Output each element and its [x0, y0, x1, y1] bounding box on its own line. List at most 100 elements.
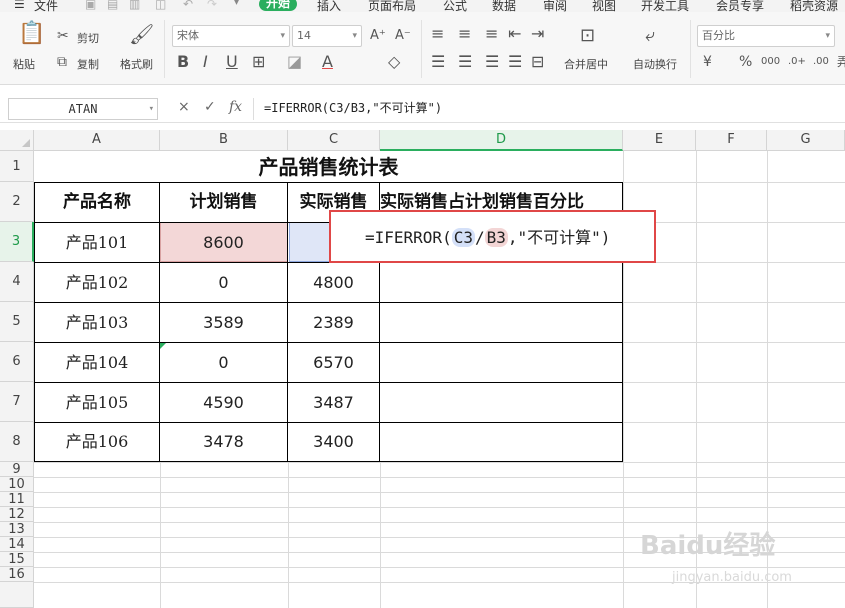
more-format-icon[interactable]: 弄 — [837, 54, 845, 70]
font-name-select[interactable]: 宋体 ▾ — [172, 25, 290, 47]
table-row-actual[interactable]: 6570 — [288, 343, 379, 382]
currency-button[interactable]: ¥ — [703, 54, 712, 70]
header-planned-sales[interactable]: 计划销售 — [160, 183, 287, 222]
align-bottom-icon[interactable]: ≡ — [485, 26, 498, 42]
align-left-icon[interactable]: ☰ — [431, 54, 445, 70]
row-header-17[interactable] — [0, 582, 34, 608]
table-row-plan[interactable]: 3589 — [160, 303, 287, 342]
copy-icon[interactable]: ⧉ — [57, 54, 67, 70]
row-header-1[interactable]: 1 — [0, 151, 34, 182]
row-header-8[interactable]: 8 — [0, 422, 34, 462]
indent-increase-icon[interactable]: ⇥ — [531, 26, 544, 42]
table-row-plan[interactable]: 0 — [160, 263, 287, 302]
row-header-13[interactable]: 13 — [0, 522, 34, 537]
row-header-5[interactable]: 5 — [0, 302, 34, 342]
scissors-icon[interactable]: ✂ — [57, 28, 69, 44]
row-header-15[interactable]: 15 — [0, 552, 34, 567]
select-all-corner[interactable] — [0, 130, 34, 151]
table-row-plan[interactable]: 4590 — [160, 383, 287, 422]
column-header-f[interactable]: F — [696, 130, 767, 151]
formula-edit-callout[interactable]: =IFERROR(C3/B3 ,"不可计算") — [329, 210, 656, 263]
clear-format-icon[interactable]: ◇ — [388, 54, 400, 70]
copy-button[interactable]: 复制 — [77, 56, 99, 72]
row-header-3[interactable]: 3 — [0, 222, 34, 262]
wrap-text-button[interactable]: 自动换行 — [633, 56, 677, 72]
bold-icon[interactable]: B — [177, 54, 189, 70]
table-row-actual[interactable]: 3487 — [288, 383, 379, 422]
row-header-9[interactable]: 9 — [0, 462, 34, 477]
border-icon[interactable]: ⊞ — [252, 54, 265, 70]
quick-access-more-icon[interactable]: ▾ — [234, 0, 239, 8]
percent-button[interactable]: % — [739, 54, 752, 70]
table-row-actual[interactable]: 4800 — [288, 263, 379, 302]
table-row-name[interactable]: 产品102 — [35, 263, 159, 302]
cut-button[interactable]: 剪切 — [77, 30, 99, 46]
error-indicator-icon[interactable] — [160, 343, 166, 349]
row-header-6[interactable]: 6 — [0, 342, 34, 382]
table-row-name[interactable]: 产品105 — [35, 383, 159, 422]
column-header-g[interactable]: G — [767, 130, 845, 151]
align-center-icon[interactable]: ☰ — [458, 54, 472, 70]
save-icon[interactable]: ▣ — [85, 0, 96, 11]
column-header-b[interactable]: B — [160, 130, 288, 151]
row-header-4[interactable]: 4 — [0, 262, 34, 302]
column-header-d[interactable]: D — [380, 130, 623, 151]
number-format-select[interactable]: 百分比 ▾ — [697, 25, 835, 47]
increase-decimal-icon[interactable]: .0+ — [788, 54, 806, 70]
merge-center-icon[interactable]: ⊡ — [580, 27, 595, 45]
table-row-plan[interactable]: 3478 — [160, 423, 287, 461]
table-row-actual[interactable]: 2389 — [288, 303, 379, 342]
cancel-icon[interactable]: × — [178, 99, 190, 115]
confirm-icon[interactable]: ✓ — [204, 99, 216, 115]
indent-decrease-icon[interactable]: ⇤ — [508, 26, 521, 42]
column-header-c[interactable]: C — [288, 130, 380, 151]
increase-font-icon[interactable]: A⁺ — [370, 28, 386, 44]
table-row-name[interactable]: 产品104 — [35, 343, 159, 382]
row-header-12[interactable]: 12 — [0, 507, 34, 522]
export-icon[interactable]: ▤ — [107, 0, 118, 11]
name-box[interactable]: ATAN ▾ — [8, 98, 158, 120]
cell-d3-formula-editor[interactable]: =IFERROR(C3/B3 ,"不可计算") — [365, 224, 610, 248]
row-header-7[interactable]: 7 — [0, 382, 34, 422]
row-header-14[interactable]: 14 — [0, 537, 34, 552]
row-header-2[interactable]: 2 — [0, 182, 34, 222]
wrap-text-icon[interactable]: ⤶ — [645, 27, 655, 45]
redo-icon[interactable]: ↷ — [207, 0, 217, 11]
font-size-select[interactable]: 14 ▾ — [292, 25, 362, 47]
row-header-11[interactable]: 11 — [0, 492, 34, 507]
table-row-name[interactable]: 产品106 — [35, 423, 159, 461]
format-painter-button[interactable]: 格式刷 — [120, 56, 153, 72]
underline-icon[interactable]: U — [226, 54, 238, 70]
fill-color-icon[interactable]: ◪ — [287, 54, 302, 70]
align-top-icon[interactable]: ≡ — [431, 26, 444, 42]
tab-home[interactable]: 开始 — [259, 0, 298, 11]
sheet-title[interactable]: 产品销售统计表 — [34, 152, 623, 182]
distribute-icon[interactable]: ⊟ — [531, 54, 544, 70]
format-painter-icon[interactable]: 🖌 — [129, 24, 154, 44]
undo-icon[interactable]: ↶ — [183, 0, 193, 11]
table-row-plan[interactable]: 0 — [160, 343, 287, 382]
align-right-icon[interactable]: ☰ — [485, 54, 499, 70]
paste-icon[interactable]: 📋 — [18, 23, 45, 45]
menu-icon[interactable]: ☰ — [14, 0, 25, 11]
table-row-name[interactable]: 产品101 — [35, 223, 159, 262]
merge-center-button[interactable]: 合并居中 — [564, 56, 608, 72]
print-icon[interactable]: ▥ — [129, 0, 140, 11]
header-product-name[interactable]: 产品名称 — [35, 183, 159, 222]
column-header-a[interactable]: A — [34, 130, 160, 151]
decrease-font-icon[interactable]: A⁻ — [395, 28, 411, 44]
font-color-icon[interactable]: A — [322, 54, 333, 70]
formula-input[interactable]: =IFERROR(C3/B3,"不可计算") — [253, 98, 845, 120]
italic-icon[interactable]: I — [203, 54, 208, 70]
row-header-10[interactable]: 10 — [0, 477, 34, 492]
align-middle-icon[interactable]: ≡ — [458, 26, 471, 42]
table-row-actual[interactable]: 3400 — [288, 423, 379, 461]
column-header-e[interactable]: E — [623, 130, 696, 151]
table-row-name[interactable]: 产品103 — [35, 303, 159, 342]
decrease-decimal-icon[interactable]: .00 — [813, 54, 829, 70]
justify-icon[interactable]: ☰ — [508, 54, 522, 70]
preview-icon[interactable]: ◫ — [155, 0, 166, 11]
row-header-16[interactable]: 16 — [0, 567, 34, 582]
thousands-separator-icon[interactable]: 000 — [761, 54, 780, 70]
fx-icon[interactable]: fx — [229, 99, 242, 115]
